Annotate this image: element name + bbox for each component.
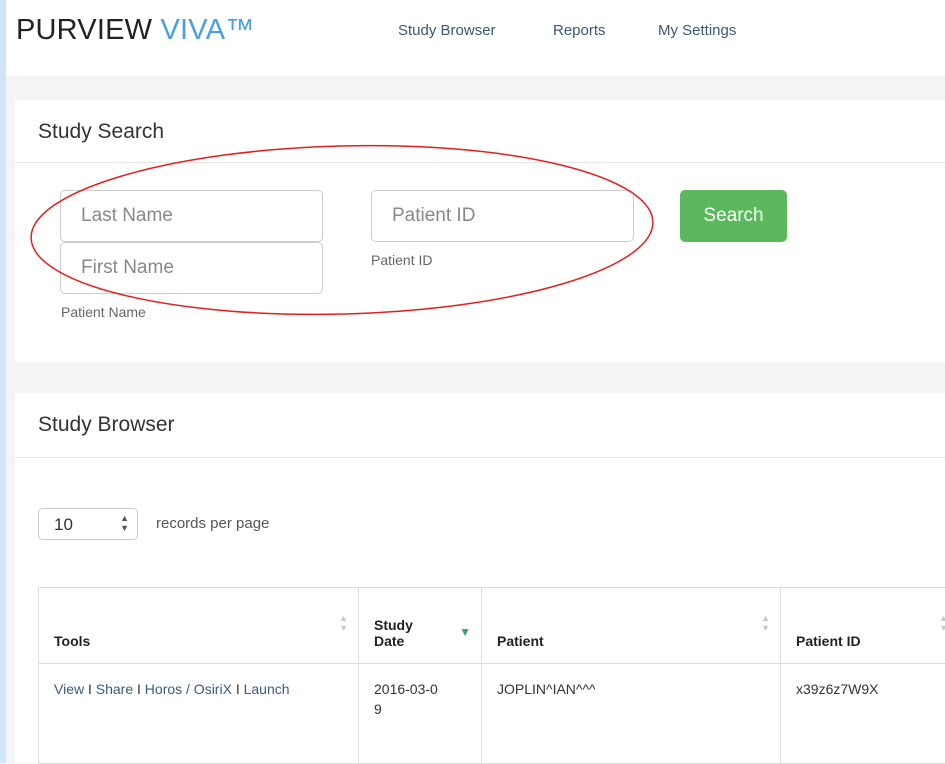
patient-value: JOPLIN^IAN^^^ bbox=[497, 681, 596, 697]
patient-cell: JOPLIN^IAN^^^ bbox=[482, 664, 781, 764]
study-search-title: Study Search bbox=[38, 120, 164, 144]
patient-id-input[interactable] bbox=[371, 190, 634, 242]
updown-arrows-icon: ▲▼ bbox=[120, 513, 129, 533]
left-edge-strip bbox=[0, 0, 6, 763]
brand-name: PURVIEW bbox=[16, 14, 152, 46]
col-patient-id-header[interactable]: Patient ID ▲▼ bbox=[781, 588, 945, 664]
brand-logo[interactable]: PURVIEW VIVA™ bbox=[16, 14, 254, 47]
search-button[interactable]: Search bbox=[680, 190, 787, 242]
horos-osirix-link[interactable]: Horos / OsiriX bbox=[145, 681, 232, 697]
view-link[interactable]: View bbox=[54, 681, 84, 697]
launch-link[interactable]: Launch bbox=[244, 681, 290, 697]
study-date-value: 2016-03-09 bbox=[374, 679, 444, 719]
tools-cell: View I Share I Horos / OsiriX I Launch bbox=[39, 664, 359, 764]
sort-icon: ▲▼ bbox=[939, 613, 945, 633]
sort-icon: ▲▼ bbox=[339, 613, 348, 633]
brand-accent: VIVA™ bbox=[161, 14, 255, 46]
sort-icon: ▲▼ bbox=[761, 613, 770, 633]
study-table: Tools ▲▼ Study Date ▼ Patient ▲▼ Patient… bbox=[38, 587, 945, 764]
col-patient-id-label: Patient ID bbox=[796, 633, 861, 649]
page-size-value: 10 bbox=[54, 515, 73, 535]
study-browser-header: Study Browser bbox=[15, 393, 945, 458]
last-name-input[interactable] bbox=[60, 190, 323, 242]
study-browser-title: Study Browser bbox=[38, 413, 175, 437]
nav-reports[interactable]: Reports bbox=[553, 22, 606, 39]
col-patient-header[interactable]: Patient ▲▼ bbox=[482, 588, 781, 664]
patient-name-help: Patient Name bbox=[61, 304, 146, 320]
table-header-row: Tools ▲▼ Study Date ▼ Patient ▲▼ Patient… bbox=[39, 588, 945, 664]
study-search-panel: Study Search Patient Name Patient ID Sea… bbox=[15, 100, 945, 362]
table-row: View I Share I Horos / OsiriX I Launch 2… bbox=[39, 664, 945, 764]
study-search-header: Study Search bbox=[15, 100, 945, 163]
nav-study-browser[interactable]: Study Browser bbox=[398, 22, 496, 39]
col-tools-label: Tools bbox=[54, 633, 90, 649]
col-tools-header[interactable]: Tools ▲▼ bbox=[39, 588, 359, 664]
page-size-select[interactable]: 10 ▲▼ bbox=[38, 508, 138, 540]
records-per-page-label: records per page bbox=[156, 515, 269, 532]
col-study-date-header[interactable]: Study Date ▼ bbox=[359, 588, 482, 664]
first-name-input[interactable] bbox=[60, 242, 323, 294]
sort-desc-icon: ▼ bbox=[459, 627, 471, 637]
nav-my-settings[interactable]: My Settings bbox=[658, 22, 736, 39]
study-date-cell: 2016-03-09 bbox=[359, 664, 482, 764]
separator: I bbox=[137, 681, 141, 697]
study-browser-panel: Study Browser 10 ▲▼ records per page Too… bbox=[15, 393, 945, 763]
col-patient-label: Patient bbox=[497, 633, 544, 649]
col-study-date-label: Study Date bbox=[374, 617, 434, 649]
top-navbar: PURVIEW VIVA™ Study Browser Reports My S… bbox=[6, 0, 945, 76]
patient-id-help: Patient ID bbox=[371, 252, 432, 268]
separator: I bbox=[236, 681, 240, 697]
separator: I bbox=[88, 681, 92, 697]
patient-id-cell: x39z6z7W9X bbox=[781, 664, 945, 764]
patient-id-value: x39z6z7W9X bbox=[796, 681, 878, 697]
share-link[interactable]: Share bbox=[96, 681, 133, 697]
